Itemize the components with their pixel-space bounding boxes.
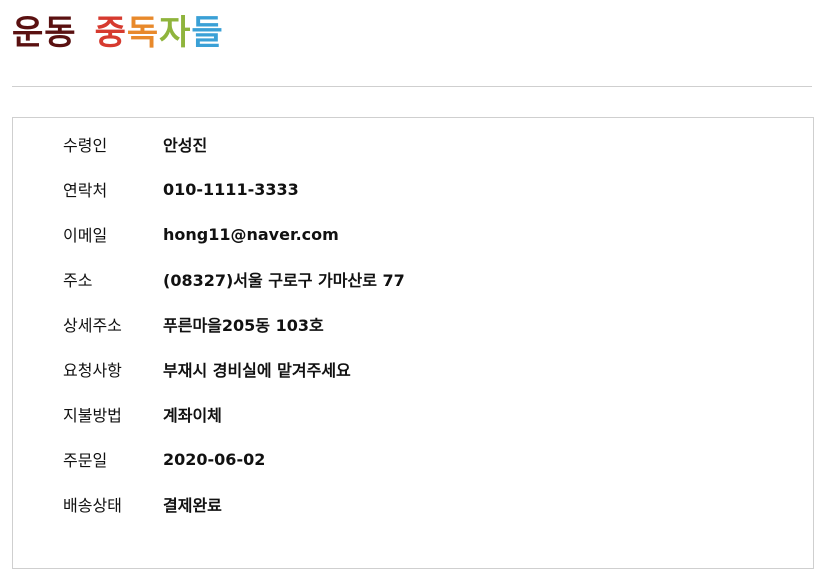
order-date-value: 2020-06-02	[163, 449, 266, 469]
payment-method-value: 계좌이체	[163, 406, 222, 425]
row-phone: 연락처 010-1111-3333	[63, 178, 299, 201]
address-label: 주소	[63, 271, 93, 290]
logo-part-3: 독	[126, 13, 160, 53]
row-email: 이메일 hong11@naver.com	[63, 223, 339, 246]
header-divider	[12, 86, 812, 87]
row-address: 주소 (08327)서울 구로구 가마산로 77	[63, 268, 405, 290]
row-delivery-status: 배송상태 결제완료	[63, 493, 222, 515]
delivery-status-value: 결제완료	[163, 496, 222, 515]
order-detail-page: 운동 중 독 자 들 수령인 안성진 연락처 010-1111-3333 이메일 hon…	[0, 0, 839, 579]
row-payment-method: 지불방법 계좌이체	[63, 403, 222, 425]
logo-part-2: 중	[94, 13, 127, 53]
order-date-label: 주문일	[63, 451, 108, 470]
row-order-date: 주문일 2020-06-02	[63, 448, 266, 471]
logo-part-5: 들	[191, 13, 224, 53]
request-value: 부재시 경비실에 맡겨주세요	[163, 361, 351, 380]
email-label: 이메일	[63, 226, 108, 245]
payment-method-label: 지불방법	[63, 406, 122, 425]
logo-part-4: 자	[159, 13, 192, 53]
row-recipient: 수령인 안성진	[63, 133, 207, 155]
request-label: 요청사항	[63, 361, 122, 380]
email-value: hong11@naver.com	[163, 224, 339, 244]
address-detail-value: 푸른마을205동 103호	[163, 316, 324, 335]
recipient-label: 수령인	[63, 136, 108, 155]
address-detail-label: 상세주소	[63, 316, 122, 335]
address-value: (08327)서울 구로구 가마산로 77	[163, 271, 405, 290]
delivery-status-label: 배송상태	[63, 496, 122, 515]
phone-label: 연락처	[63, 181, 108, 200]
recipient-value: 안성진	[163, 136, 208, 155]
row-address-detail: 상세주소 푸른마을205동 103호	[63, 313, 324, 335]
row-request: 요청사항 부재시 경비실에 맡겨주세요	[63, 358, 351, 380]
order-detail-box: 수령인 안성진 연락처 010-1111-3333 이메일 hong11@nav…	[12, 117, 814, 569]
phone-value: 010-1111-3333	[163, 179, 299, 199]
site-logo[interactable]: 운동 중 독 자 들	[12, 10, 224, 56]
logo-part-1: 운동	[12, 13, 77, 53]
